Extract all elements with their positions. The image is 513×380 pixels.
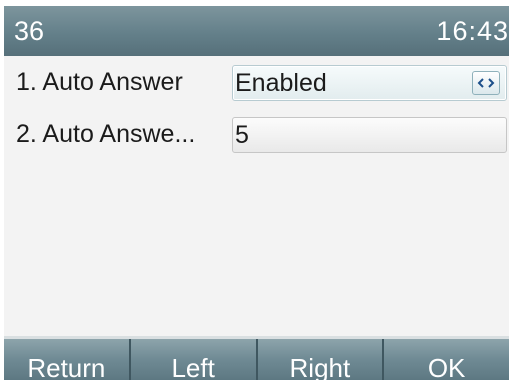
setting-row-auto-answer[interactable]: 1. Auto Answer Enabled xyxy=(4,58,509,110)
setting-label: 1. Auto Answer xyxy=(16,68,183,96)
auto-answer-delay-input[interactable]: 5 xyxy=(232,117,507,153)
softkey-bar: Return Left Right OK xyxy=(4,339,509,380)
left-right-arrows-icon[interactable] xyxy=(472,71,500,95)
setting-label: 2. Auto Answe... xyxy=(16,120,196,148)
auto-answer-value: Enabled xyxy=(235,69,327,97)
status-bar: 36 16:43 xyxy=(4,6,509,56)
softkey-return[interactable]: Return xyxy=(4,339,131,380)
softkey-right[interactable]: Right xyxy=(258,339,385,380)
softkey-left[interactable]: Left xyxy=(131,339,258,380)
phone-screen: 36 16:43 1. Auto Answer Enabled 2. Auto … xyxy=(4,6,509,380)
auto-answer-delay-value: 5 xyxy=(235,121,249,149)
softkey-ok[interactable]: OK xyxy=(384,339,509,380)
setting-row-auto-answer-delay[interactable]: 2. Auto Answe... 5 xyxy=(4,110,509,162)
line-indicator: 36 xyxy=(14,16,45,46)
auto-answer-select[interactable]: Enabled xyxy=(232,65,507,101)
clock: 16:43 xyxy=(436,16,509,46)
